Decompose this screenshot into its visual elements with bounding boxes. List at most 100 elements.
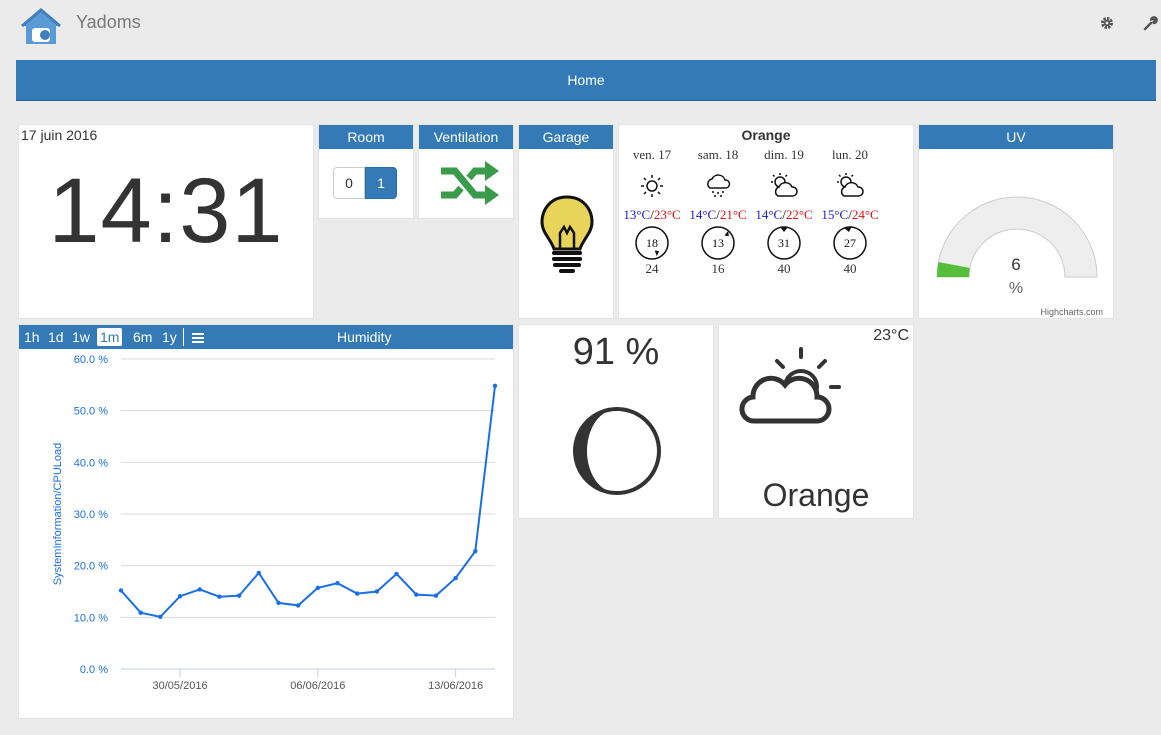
y-tick-label: 60.0 % (74, 354, 108, 366)
forecast-day: ven. 17 13°C/23°C 18 24 (619, 147, 687, 277)
temp-low: 13°C (623, 207, 651, 222)
data-point[interactable] (236, 593, 242, 598)
wind-direction-dial: 13 (683, 225, 753, 261)
yadoms-logo[interactable] (18, 8, 64, 46)
uv-widget: UV 6 % Highcharts.com (918, 124, 1114, 319)
percentage-value: 91 % (572, 331, 660, 373)
page-tab-home[interactable]: Home (16, 60, 1156, 101)
temp-high: 23°C (653, 207, 681, 222)
range-1w[interactable]: 1w (72, 325, 90, 349)
temp-low: 14°C (689, 207, 717, 222)
date-text: 17 juin 2016 (21, 127, 98, 143)
chart-title: Humidity (337, 329, 392, 345)
wind-speed: 40 (777, 261, 791, 276)
temp-low: 15°C (821, 207, 849, 222)
wind-direction: 18 (646, 236, 658, 250)
data-point[interactable] (492, 383, 498, 389)
forecast-day-label: dim. 19 (764, 147, 804, 162)
forecast-day: dim. 19 14°C/22°C 31 40 (749, 147, 819, 277)
y-axis-label: SystemInformation/CPULoad (52, 443, 64, 585)
range-6m[interactable]: 6m (133, 325, 152, 349)
current-temperature: 23°C (873, 327, 909, 344)
highcharts-credit[interactable]: Highcharts.com (1040, 307, 1103, 317)
ventilation-widget: Ventilation (418, 124, 514, 219)
hamburger-menu-icon[interactable] (191, 331, 205, 349)
data-point[interactable] (118, 588, 124, 593)
temp-low: 14°C (755, 207, 783, 222)
data-point[interactable] (256, 570, 261, 576)
data-point[interactable] (374, 589, 380, 594)
data-point[interactable] (414, 592, 419, 597)
shuffle-icon[interactable] (441, 159, 499, 212)
y-tick-label: 40.0 % (74, 457, 108, 469)
y-tick-label: 30.0 % (74, 509, 108, 521)
data-point[interactable] (276, 600, 281, 606)
y-tick-label: 20.0 % (74, 561, 108, 573)
ventilation-title: Ventilation (419, 125, 513, 149)
forecast-day-label: ven. 17 (632, 147, 672, 162)
time-text: 14:31 (48, 160, 284, 262)
data-point[interactable] (335, 581, 340, 586)
series-line (120, 385, 496, 618)
humidity-chart-header (19, 325, 513, 349)
range-1h[interactable]: 1h (24, 325, 40, 349)
forecast-day-label: sam. 18 (697, 147, 739, 162)
weather-widget: 23°C Orange (718, 324, 914, 519)
temp-high: 24°C (851, 207, 879, 222)
x-tick-label: 13/06/2016 (428, 680, 483, 692)
y-tick-label: 50.0 % (74, 406, 108, 418)
forecast-day: lun. 20 15°C/24°C 27 40 (815, 147, 885, 277)
data-point[interactable] (158, 614, 163, 620)
percentage-widget: 91 % (518, 324, 714, 519)
range-1y[interactable]: 1y (162, 325, 177, 349)
weather-location: Orange (762, 477, 870, 513)
partly-cloudy-icon (739, 345, 847, 434)
data-point[interactable] (177, 593, 183, 599)
data-point[interactable] (394, 571, 399, 577)
data-point[interactable] (473, 549, 478, 554)
data-point[interactable] (295, 603, 301, 608)
wind-direction-dial: 18 (619, 225, 687, 261)
room-switch-off[interactable]: 0 (333, 167, 365, 199)
room-widget: Room 0 1 (318, 124, 414, 219)
range-1m[interactable]: 1m (97, 328, 123, 346)
app-title: Yadoms (76, 12, 141, 32)
temp-high: 22°C (785, 207, 813, 222)
lightbulb-icon[interactable] (539, 195, 595, 282)
data-point[interactable] (453, 575, 458, 581)
data-point[interactable] (315, 585, 321, 591)
uv-title: UV (919, 125, 1113, 149)
room-title: Room (319, 125, 413, 149)
partly-cloudy-icon (749, 167, 819, 207)
forecast-day-label: lun. 20 (831, 147, 869, 162)
wind-speed: 24 (645, 261, 659, 276)
humidity-chart-widget: 1h 1d 1w 1m 6m 1y Humidity 0.0 % 10.0 % 20… (18, 324, 514, 719)
humidity-line-chart: 0.0 % 10.0 % 20.0 % 30.0 % 40.0 % 50.0 % 60.0 … (52, 354, 498, 692)
wind-direction: 27 (844, 236, 856, 250)
data-point[interactable] (433, 593, 439, 598)
data-point[interactable] (138, 610, 143, 615)
wind-speed: 40 (843, 261, 857, 276)
forecast-day: sam. 18 14°C/21°C 13 16 (683, 147, 753, 277)
gear-icon[interactable] (1100, 16, 1114, 30)
clock-widget: 17 juin 2016 14:31 (18, 124, 314, 319)
wind-direction: 31 (778, 236, 790, 250)
temp-high: 21°C (719, 207, 747, 222)
data-point[interactable] (217, 594, 222, 599)
x-tick-label: 30/05/2016 (153, 680, 208, 692)
forecast-widget: Orange ven. 17 13°C/23°C 18 24 sam. 18 1… (618, 124, 914, 319)
garage-title: Garage (519, 125, 613, 149)
range-divider (183, 328, 184, 346)
y-tick-label: 0.0 % (80, 664, 108, 676)
data-point[interactable] (197, 587, 202, 592)
garage-widget: Garage (518, 124, 614, 319)
range-1d[interactable]: 1d (48, 325, 64, 349)
wrench-icon[interactable] (1142, 15, 1158, 31)
room-switch-on[interactable]: 1 (365, 167, 397, 199)
wind-direction-dial: 31 (749, 225, 819, 261)
sun-icon (619, 167, 687, 207)
wind-speed: 16 (711, 261, 725, 276)
home-label: Home (567, 72, 605, 88)
x-tick-label: 06/06/2016 (290, 680, 345, 692)
data-point[interactable] (355, 591, 360, 596)
